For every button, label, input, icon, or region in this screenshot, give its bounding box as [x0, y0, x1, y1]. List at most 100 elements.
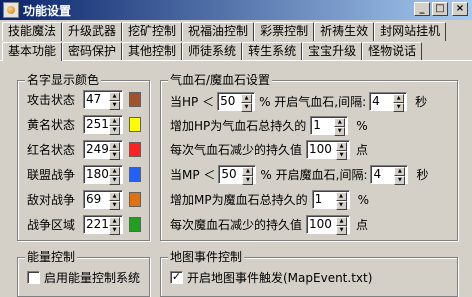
maximize-button[interactable]: □ — [432, 2, 448, 16]
name-color-row-red: 红名状态 249 ▲ ▼ — [27, 140, 141, 160]
tab-master-apprentice[interactable]: 师徒系统 — [182, 42, 243, 61]
tab-block-site-afk[interactable]: 封网站挂机 — [374, 22, 447, 41]
map-event-checkbox-label[interactable]: 开启地图事件触发(MapEvent.txt) — [187, 269, 372, 286]
war-zone-color-swatch — [129, 217, 141, 232]
red-name-label: 红名状态 — [27, 143, 76, 157]
alliance-war-label: 联盟战争 — [27, 168, 76, 182]
mp-add-row: 增加MP为魔血石总持久的 1 ▲ ▼ % — [170, 190, 369, 210]
tab-basic-functions[interactable]: 基本功能 — [2, 42, 63, 61]
hp-decrease-label: 每次气血石减少的持久值 — [170, 143, 303, 157]
yellow-name-input[interactable]: 251 ▲ ▼ — [83, 115, 123, 135]
yellow-name-spinner[interactable]: ▲ ▼ — [109, 117, 120, 135]
hp-add-label: 增加HP为气血石总持久的 — [170, 119, 307, 133]
hp-decrease-input[interactable]: 100 ▲ ▼ — [306, 140, 351, 160]
mp-interval-spinner[interactable]: ▲ ▼ — [394, 167, 406, 185]
mp-threshold-spinner[interactable]: ▲ ▼ — [242, 167, 254, 185]
hp-add-input[interactable]: 1 ▲ ▼ — [310, 116, 349, 136]
alliance-war-color-swatch — [129, 167, 141, 182]
hp-threshold-input[interactable]: 50 ▲ ▼ — [217, 92, 256, 112]
tab-bless-oil-control[interactable]: 祝福油控制 — [182, 22, 255, 41]
mp-decrease-input[interactable]: 100 ▲ ▼ — [306, 215, 351, 235]
tab-pet-upgrade[interactable]: 宝宝升级 — [302, 42, 363, 61]
hp-decrease-spinner[interactable]: ▲ ▼ — [336, 142, 348, 160]
map-event-group: 地图事件控制 ✓ 开启地图事件触发(MapEvent.txt) — [160, 250, 458, 297]
map-event-row: ✓ 开启地图事件触发(MapEvent.txt) — [170, 269, 372, 286]
hp-threshold-label: 当HP ＜ — [170, 95, 215, 109]
name-color-row-hostile: 敌对战争 69 ▲ ▼ — [27, 190, 141, 210]
title-bar: 功能设置 _ □ × — [0, 0, 472, 20]
hp-add-row: 增加HP为气血石总持久的 1 ▲ ▼ % — [170, 116, 368, 136]
name-color-group: 名字显示颜色 攻击状态 47 ▲ ▼ 黄名状态 251 ▲ ▼ 红名状态 249 ▲… — [17, 73, 150, 241]
energy-control-group-title: 能量控制 — [25, 250, 78, 264]
tab-row-upper: 技能魔法 升级武器 挖矿控制 祝福油控制 彩票控制 祈祷生效 封网站挂机 — [2, 22, 447, 41]
tab-lottery-control[interactable]: 彩票控制 — [254, 22, 315, 41]
mp-stone-row: 当MP ＜ 50 ▲ ▼ % 开启魔血石,间隔: 4 ▲ ▼ 秒 — [170, 165, 429, 185]
name-color-row-yellow: 黄名状态 251 ▲ ▼ — [27, 115, 141, 135]
window-title: 功能设置 — [23, 3, 72, 18]
mp-threshold-label: 当MP ＜ — [170, 168, 216, 182]
tab-row-lower: 基本功能 密码保护 其他控制 师徒系统 转生系统 宝宝升级 怪物说话 — [2, 42, 423, 61]
hp-decrease-unit: 点 — [356, 143, 369, 157]
alliance-war-spinner[interactable]: ▲ ▼ — [109, 167, 120, 185]
mp-threshold-input[interactable]: 50 ▲ ▼ — [218, 165, 257, 185]
alliance-war-input[interactable]: 180 ▲ ▼ — [83, 165, 123, 185]
hostile-war-label: 敌对战争 — [27, 193, 76, 207]
red-name-input[interactable]: 249 ▲ ▼ — [83, 140, 123, 160]
close-button[interactable]: × — [452, 2, 468, 16]
hp-decrease-row: 每次气血石减少的持久值 100 ▲ ▼ 点 — [170, 140, 369, 160]
stone-settings-group-title: 气血石/魔血石设置 — [168, 73, 273, 87]
tab-rebirth-system[interactable]: 转生系统 — [242, 42, 303, 61]
attack-state-label: 攻击状态 — [27, 93, 76, 107]
mp-interval-label: % 开启魔血石,间隔: — [260, 168, 368, 182]
tab-skill-magic[interactable]: 技能魔法 — [2, 22, 63, 41]
minimize-button[interactable]: _ — [414, 2, 430, 16]
name-color-row-alliance: 联盟战争 180 ▲ ▼ — [27, 165, 141, 185]
tab-other-control[interactable]: 其他控制 — [122, 42, 183, 61]
tab-password-protect[interactable]: 密码保护 — [62, 42, 123, 61]
tab-mining-control[interactable]: 挖矿控制 — [122, 22, 183, 41]
mp-add-input[interactable]: 1 ▲ ▼ — [311, 190, 350, 210]
mp-decrease-spinner[interactable]: ▲ ▼ — [336, 217, 348, 235]
name-color-row-attack: 攻击状态 47 ▲ ▼ — [27, 90, 141, 110]
name-color-group-title: 名字显示颜色 — [25, 73, 102, 87]
mp-interval-input[interactable]: 4 ▲ ▼ — [370, 165, 409, 185]
war-zone-label: 战争区域 — [27, 218, 76, 232]
yellow-name-label: 黄名状态 — [27, 118, 76, 132]
yellow-name-color-swatch — [129, 117, 141, 132]
energy-control-group: 能量控制 启用能量控制系统 — [17, 250, 150, 297]
war-zone-input[interactable]: 221 ▲ ▼ — [83, 215, 123, 235]
hp-interval-input[interactable]: 4 ▲ ▼ — [369, 92, 408, 112]
hp-stone-row: 当HP ＜ 50 ▲ ▼ % 开启气血石,间隔: 4 ▲ ▼ 秒 — [170, 92, 427, 112]
mp-decrease-unit: 点 — [356, 218, 369, 232]
stone-settings-group: 气血石/魔血石设置 当HP ＜ 50 ▲ ▼ % 开启气血石,间隔: 4 ▲ ▼ 秒… — [160, 73, 458, 241]
mp-interval-unit: 秒 — [416, 168, 429, 182]
tab-monster-talk[interactable]: 怪物说话 — [362, 42, 423, 61]
hostile-war-spinner[interactable]: ▲ ▼ — [109, 192, 120, 210]
hp-add-spinner[interactable]: ▲ ▼ — [334, 118, 346, 136]
attack-state-input[interactable]: 47 ▲ ▼ — [83, 90, 123, 110]
mp-decrease-label: 每次魔血石减少的持久值 — [170, 218, 303, 232]
map-event-checkbox[interactable]: ✓ — [170, 271, 183, 284]
attack-state-spinner[interactable]: ▲ ▼ — [109, 92, 120, 110]
energy-control-row: 启用能量控制系统 — [27, 269, 140, 286]
attack-state-color-swatch — [129, 92, 141, 107]
mp-add-label: 增加MP为魔血石总持久的 — [170, 193, 308, 207]
hp-interval-label: % 开启气血石,间隔: — [259, 95, 367, 109]
tab-pray-effect[interactable]: 祈祷生效 — [314, 22, 375, 41]
name-color-row-war-zone: 战争区域 221 ▲ ▼ — [27, 215, 141, 235]
tab-upgrade-weapon[interactable]: 升级武器 — [62, 22, 123, 41]
energy-control-checkbox[interactable] — [27, 271, 40, 284]
hostile-war-input[interactable]: 69 ▲ ▼ — [83, 190, 123, 210]
energy-control-checkbox-label[interactable]: 启用能量控制系统 — [44, 269, 140, 286]
red-name-color-swatch — [129, 142, 141, 157]
app-icon — [3, 2, 19, 18]
hp-threshold-spinner[interactable]: ▲ ▼ — [241, 94, 253, 112]
hostile-war-color-swatch — [129, 192, 141, 207]
hp-interval-spinner[interactable]: ▲ ▼ — [393, 94, 405, 112]
mp-add-unit: % — [357, 192, 369, 207]
mp-add-spinner[interactable]: ▲ ▼ — [335, 192, 347, 210]
red-name-spinner[interactable]: ▲ ▼ — [109, 142, 120, 160]
tab-content-panel: 名字显示颜色 攻击状态 47 ▲ ▼ 黄名状态 251 ▲ ▼ 红名状态 249 ▲… — [0, 60, 472, 297]
map-event-group-title: 地图事件控制 — [168, 250, 245, 264]
war-zone-spinner[interactable]: ▲ ▼ — [109, 217, 120, 235]
